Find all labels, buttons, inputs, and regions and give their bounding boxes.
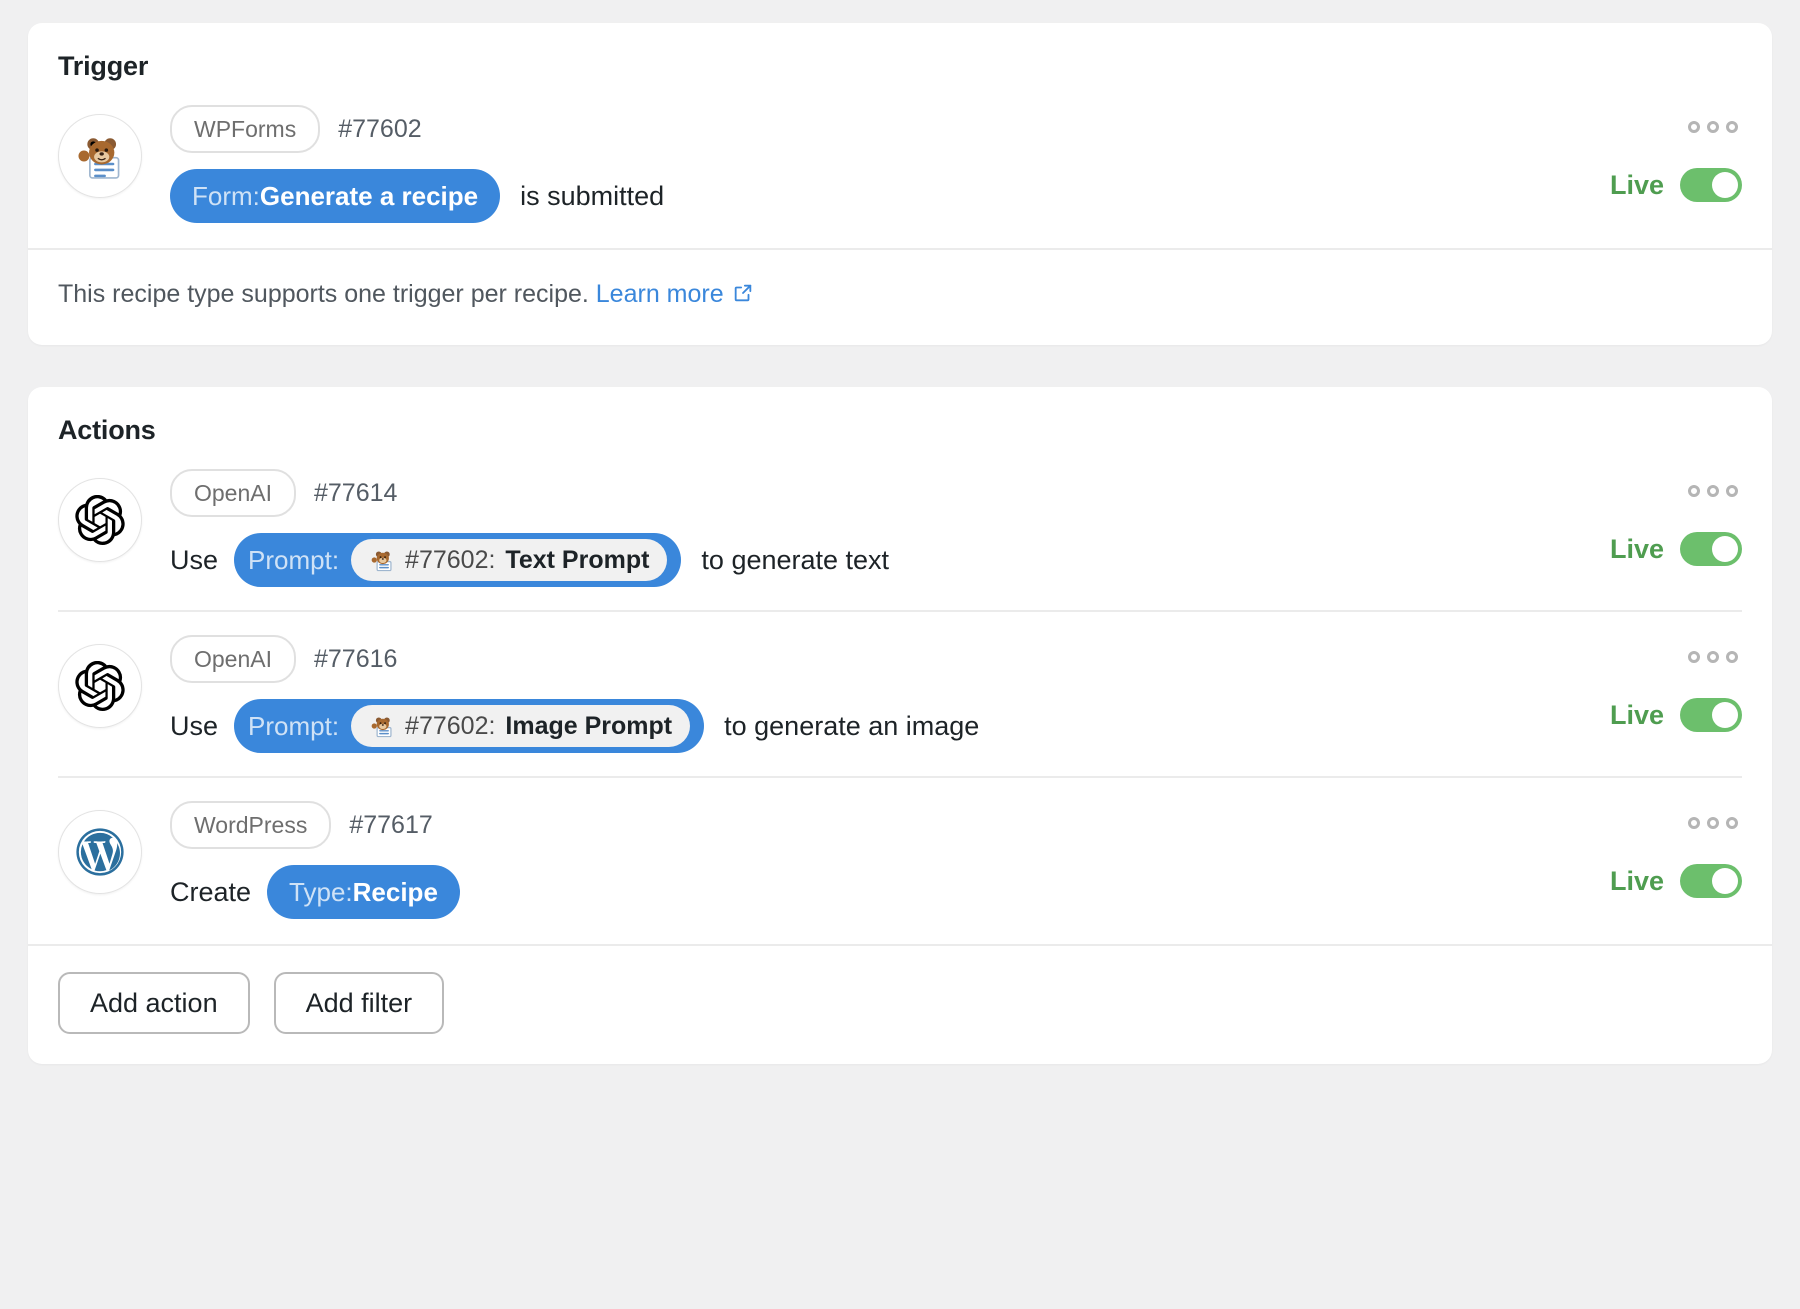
action-prompt-token-key: Prompt: (248, 545, 339, 576)
action-sentence-tail: to generate text (701, 545, 889, 576)
wordpress-avatar (58, 810, 142, 894)
wpforms-bear-icon (73, 129, 127, 183)
actions-footer: Add action Add filter (28, 944, 1772, 1064)
action-id: #77614 (314, 479, 397, 508)
action-prompt-token-key: Prompt: (248, 711, 339, 742)
action-prompt-inner-label: Image Prompt (505, 712, 672, 741)
action-integration-chip[interactable]: OpenAI (170, 469, 296, 517)
actions-card: Actions OpenAI #77614 Use Prompt: (28, 387, 1772, 1064)
action-status-label: Live (1610, 534, 1664, 565)
trigger-meta-line: WPForms #77602 (170, 106, 1552, 152)
trigger-id: #77602 (338, 115, 421, 144)
action-row: OpenAI #77616 Use Prompt: (28, 612, 1772, 778)
trigger-row-controls: Live (1552, 112, 1742, 202)
learn-more-label: Learn more (596, 280, 724, 308)
action-prompt-token[interactable]: Prompt: (234, 699, 704, 753)
trigger-body: WPForms #77602 Form: Generate a recipe i… (142, 106, 1552, 224)
trigger-sentence: Form: Generate a recipe is submitted (170, 168, 1552, 224)
action-prompt-inner-label: Text Prompt (505, 546, 649, 575)
trigger-sentence-tail: is submitted (520, 181, 664, 212)
recipe-builder-page: Trigger (0, 0, 1800, 1309)
action-body: OpenAI #77614 Use Prompt: (142, 470, 1552, 588)
trigger-form-token[interactable]: Form: Generate a recipe (170, 169, 500, 223)
action-status-toggle[interactable] (1680, 698, 1742, 732)
action-status: Live (1610, 698, 1742, 732)
trigger-status: Live (1610, 168, 1742, 202)
action-row-controls: Live (1552, 476, 1742, 566)
more-options-icon[interactable] (1688, 476, 1742, 506)
action-body: WordPress #77617 Create Type: Recipe (142, 802, 1552, 920)
openai-avatar (58, 644, 142, 728)
action-status: Live (1610, 532, 1742, 566)
action-status: Live (1610, 864, 1742, 898)
action-row: WordPress #77617 Create Type: Recipe Liv… (28, 778, 1772, 944)
action-type-token[interactable]: Type: Recipe (267, 865, 460, 919)
actions-section-title: Actions (28, 387, 1772, 446)
action-prompt-inner-id: #77602: (405, 712, 495, 741)
openai-icon (75, 495, 125, 545)
action-sentence: Use Prompt: (170, 698, 1552, 754)
trigger-note-text: This recipe type supports one trigger pe… (58, 280, 589, 308)
action-sentence: Create Type: Recipe (170, 864, 1552, 920)
external-link-icon (732, 282, 754, 311)
trigger-form-token-key: Form: (192, 181, 260, 212)
trigger-status-label: Live (1610, 170, 1664, 201)
trigger-status-toggle[interactable] (1680, 168, 1742, 202)
action-type-token-key: Type: (289, 877, 353, 908)
action-status-toggle[interactable] (1680, 864, 1742, 898)
trigger-integration-chip[interactable]: WPForms (170, 105, 320, 153)
trigger-section-title: Trigger (28, 23, 1772, 82)
more-options-icon[interactable] (1688, 112, 1742, 142)
wpforms-bear-icon (369, 713, 395, 739)
action-prompt-inner-id: #77602: (405, 546, 495, 575)
action-body: OpenAI #77616 Use Prompt: (142, 636, 1552, 754)
action-id: #77617 (349, 811, 432, 840)
more-options-icon[interactable] (1688, 808, 1742, 838)
action-meta-line: WordPress #77617 (170, 802, 1552, 848)
wordpress-icon (73, 825, 127, 879)
action-integration-chip[interactable]: OpenAI (170, 635, 296, 683)
add-filter-button[interactable]: Add filter (274, 972, 445, 1034)
action-sentence-lead: Use (170, 545, 218, 576)
trigger-card: Trigger (28, 23, 1772, 345)
action-sentence-lead: Use (170, 711, 218, 742)
action-status-toggle[interactable] (1680, 532, 1742, 566)
action-prompt-token-inner: #77602: Image Prompt (351, 705, 690, 747)
action-status-label: Live (1610, 700, 1664, 731)
action-prompt-token-inner: #77602: Text Prompt (351, 539, 667, 581)
action-integration-chip[interactable]: WordPress (170, 801, 331, 849)
action-id: #77616 (314, 645, 397, 674)
wpforms-avatar (58, 114, 142, 198)
trigger-note: This recipe type supports one trigger pe… (28, 248, 1772, 345)
action-meta-line: OpenAI #77616 (170, 636, 1552, 682)
action-prompt-token[interactable]: Prompt: (234, 533, 681, 587)
action-sentence-tail: to generate an image (724, 711, 979, 742)
learn-more-link[interactable]: Learn more (596, 280, 754, 308)
action-status-label: Live (1610, 866, 1664, 897)
add-action-button[interactable]: Add action (58, 972, 250, 1034)
more-options-icon[interactable] (1688, 642, 1742, 672)
trigger-row: WPForms #77602 Form: Generate a recipe i… (28, 82, 1772, 248)
action-sentence-lead: Create (170, 877, 251, 908)
action-row-controls: Live (1552, 642, 1742, 732)
trigger-form-token-value: Generate a recipe (260, 181, 478, 212)
openai-icon (75, 661, 125, 711)
action-row-controls: Live (1552, 808, 1742, 898)
openai-avatar (58, 478, 142, 562)
action-meta-line: OpenAI #77614 (170, 470, 1552, 516)
wpforms-bear-icon (369, 547, 395, 573)
action-sentence: Use Prompt: (170, 532, 1552, 588)
action-type-token-value: Recipe (353, 877, 438, 908)
action-row: OpenAI #77614 Use Prompt: (28, 446, 1772, 612)
